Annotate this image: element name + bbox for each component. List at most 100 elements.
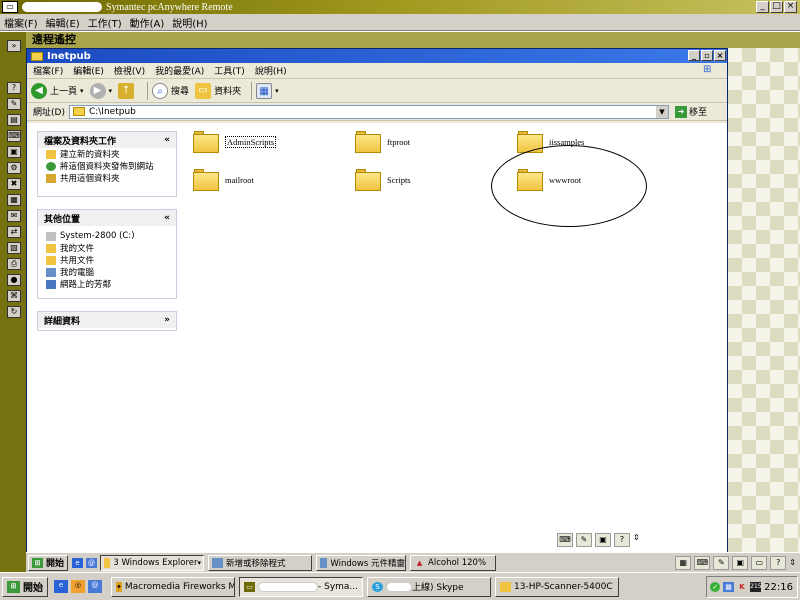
ex-menu-favorites[interactable]: 我的最愛(A) <box>155 64 204 77</box>
views-dropdown-icon[interactable]: ▾ <box>275 87 279 95</box>
forward-arrow-icon: ▶ <box>89 82 106 99</box>
collapse-icon[interactable]: « <box>164 135 170 145</box>
clipboard-icon[interactable]: ▧ <box>7 242 21 254</box>
back-button[interactable]: ◀ 上一頁 ▾ <box>31 82 84 99</box>
disconnect-icon[interactable]: ✖ <box>7 178 21 190</box>
help-icon[interactable]: ? <box>614 533 630 547</box>
place-my-documents[interactable]: 我的文件 <box>38 242 176 254</box>
keyboard-icon[interactable]: ⌨ <box>694 555 711 570</box>
start-button[interactable]: ⊞ 開始 <box>2 576 48 597</box>
details-header[interactable]: 詳細資料 » <box>38 312 176 328</box>
task-new-folder[interactable]: 建立新的資料夾 <box>38 148 176 160</box>
display-icon[interactable]: ▦ <box>7 194 21 206</box>
pcanywhere-app-icon[interactable]: ▭ <box>2 1 18 13</box>
screen-icon[interactable]: ▭ <box>751 555 768 570</box>
network-tray-icon[interactable]: ▦ <box>675 555 692 570</box>
expand-icon[interactable]: » <box>164 315 170 325</box>
keyboard-icon[interactable]: ⌨ <box>557 533 573 547</box>
help-icon[interactable]: ? <box>7 82 21 94</box>
chat-icon[interactable]: ✉ <box>7 210 21 222</box>
folders-button[interactable]: ▭ 資料夾 <box>195 82 241 99</box>
settings-icon[interactable]: ⚙ <box>7 162 21 174</box>
restart-icon[interactable]: ↻ <box>7 306 21 318</box>
file-tasks-header[interactable]: 檔案及資料夾工作 « <box>38 132 176 148</box>
antivirus-icon[interactable]: K <box>737 582 747 592</box>
outlook-icon[interactable]: @ <box>86 557 98 568</box>
explorer-maximize-button[interactable]: ▫ <box>701 50 713 61</box>
explorer-close-button[interactable]: × <box>714 50 726 61</box>
place-system-drive[interactable]: System-2800 (C:) <box>38 230 176 242</box>
menu-file[interactable]: 檔案(F) <box>4 15 38 30</box>
monitor-icon[interactable]: ▣ <box>7 146 21 158</box>
display-icon[interactable]: ▣ <box>595 533 611 547</box>
tray-network-icon[interactable]: ▦ <box>723 582 734 592</box>
print-icon[interactable]: ⎙ <box>7 258 21 270</box>
ex-menu-tools[interactable]: 工具(T) <box>214 64 245 77</box>
menu-help[interactable]: 說明(H) <box>172 15 207 30</box>
menu-edit[interactable]: 編輯(E) <box>46 15 80 30</box>
explorer-minimize-button[interactable]: _ <box>688 50 700 61</box>
task-publish-web[interactable]: 將這個資料夾發佈到網站 <box>38 160 176 172</box>
ie-icon[interactable]: e <box>72 557 84 568</box>
folder-ftproot[interactable]: ftproot <box>355 131 410 153</box>
menu-action[interactable]: 動作(A) <box>130 15 165 30</box>
address-input[interactable]: C:\Inetpub ▼ <box>68 104 669 119</box>
search-button[interactable]: ⌕ 搜尋 <box>152 82 189 99</box>
ex-menu-file[interactable]: 檔案(F) <box>33 64 63 77</box>
expand-icon[interactable]: » <box>7 40 21 52</box>
place-network[interactable]: 網路上的芳鄰 <box>38 278 176 290</box>
remote-start-button[interactable]: ⊞ 開始 <box>28 554 69 571</box>
close-button[interactable]: × <box>784 1 797 13</box>
ex-menu-view[interactable]: 檢視(V) <box>114 64 145 77</box>
quicklaunch-icon[interactable]: ◎ <box>71 580 85 593</box>
task-pane: 檔案及資料夾工作 « 建立新的資料夾 將這個資料夾發佈到網站 共用這個資料夾 其… <box>27 123 187 553</box>
scroll-arrows-icon[interactable]: ⇕ <box>633 533 640 547</box>
network-icon[interactable]: ⌘ <box>7 290 21 302</box>
remote-task-explorer[interactable]: 3 Windows Explorer ▾ <box>100 554 205 571</box>
outlook-icon[interactable]: @ <box>88 580 102 593</box>
remote-task-components[interactable]: Windows 元件精靈 <box>316 554 407 571</box>
remote-task-alcohol[interactable]: ▲ Alcohol 120% <box>410 554 497 571</box>
scroll-arrows-icon[interactable]: ⇕ <box>789 558 796 567</box>
remote-desktop[interactable]: Inetpub _ ▫ × 檔案(F) 編輯(E) 檢視(V) 我的最愛(A) … <box>26 48 800 572</box>
ex-menu-help[interactable]: 說明(H) <box>255 64 287 77</box>
screen-icon[interactable]: ▤ <box>7 114 21 126</box>
record-icon[interactable]: ● <box>7 274 21 286</box>
tool-icon[interactable]: ✎ <box>7 98 21 110</box>
maximize-button[interactable]: □ <box>770 1 783 13</box>
go-button[interactable]: ➜ 移至 <box>674 105 707 118</box>
minimize-button[interactable]: _ <box>756 1 769 13</box>
forward-dropdown-icon[interactable]: ▾ <box>109 87 113 95</box>
help-icon[interactable]: ? <box>770 555 787 570</box>
place-my-computer[interactable]: 我的電腦 <box>38 266 176 278</box>
task-fireworks[interactable]: ✦ Macromedia Fireworks M... <box>111 576 235 597</box>
task-share-folder[interactable]: 共用這個資料夾 <box>38 172 176 184</box>
task-scanner-folder[interactable]: 13-HP-Scanner-5400C <box>495 576 619 597</box>
address-dropdown-icon[interactable]: ▼ <box>655 105 668 118</box>
views-button[interactable]: ▦ ▾ <box>256 82 279 99</box>
ex-menu-edit[interactable]: 編輯(E) <box>73 64 104 77</box>
menu-task[interactable]: 工作(T) <box>88 15 122 30</box>
other-places-header[interactable]: 其他位置 « <box>38 210 176 226</box>
up-button[interactable]: ↑ <box>118 82 137 99</box>
remote-task-add-remove[interactable]: 新增或移除程式 <box>208 554 313 571</box>
task-skype[interactable]: S 上線) Skype <box>367 576 491 597</box>
back-dropdown-icon[interactable]: ▾ <box>80 87 84 95</box>
forward-button[interactable]: ▶ ▾ <box>89 82 113 99</box>
display-icon[interactable]: ▣ <box>732 555 749 570</box>
place-shared-documents[interactable]: 共用文件 <box>38 254 176 266</box>
folder-mailroot[interactable]: mailroot <box>193 169 254 191</box>
task-pcanywhere[interactable]: ▭ - Syma... <box>239 576 363 597</box>
dropdown-icon: ▾ <box>197 558 202 567</box>
keyboard-icon[interactable]: ⌨ <box>7 130 21 142</box>
tray-app-icon[interactable]: ✓ <box>710 582 721 592</box>
ie-icon[interactable]: e <box>54 580 68 593</box>
file-transfer-icon[interactable]: ⇄ <box>7 226 21 238</box>
pen-icon[interactable]: ✎ <box>713 555 730 570</box>
collapse-icon[interactable]: « <box>164 213 170 223</box>
folder-adminscripts[interactable]: AdminScripts <box>193 131 277 153</box>
folder-scripts[interactable]: Scripts <box>355 169 411 191</box>
tray-badge-icon[interactable]: 215 <box>750 582 762 592</box>
pen-icon[interactable]: ✎ <box>576 533 592 547</box>
clock[interactable]: 22:16 <box>764 582 793 593</box>
